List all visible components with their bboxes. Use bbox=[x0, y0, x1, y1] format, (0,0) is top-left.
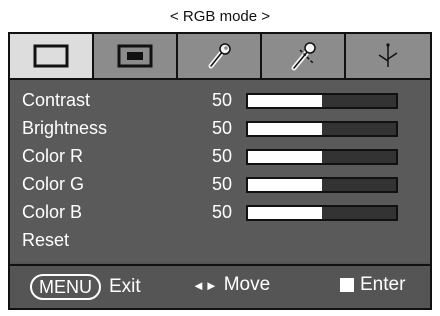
color-g-value: 50 bbox=[211, 174, 232, 194]
contrast-value: 50 bbox=[211, 90, 232, 110]
color-b-label: Color B bbox=[22, 202, 83, 222]
exit-label: Exit bbox=[109, 276, 141, 297]
tab-screen[interactable] bbox=[94, 34, 178, 78]
tab-bar bbox=[10, 34, 430, 80]
brightness-label: Brightness bbox=[22, 118, 108, 138]
row-color-r[interactable]: Color R 50 bbox=[10, 142, 430, 170]
enter-label: Enter bbox=[360, 274, 406, 295]
tools-icon bbox=[286, 40, 320, 72]
contrast-slider-fill bbox=[248, 95, 322, 107]
enter-square-icon bbox=[340, 278, 354, 292]
tab-tools[interactable] bbox=[262, 34, 346, 78]
contrast-label: Contrast bbox=[22, 90, 91, 110]
color-b-value: 50 bbox=[211, 202, 232, 222]
contrast-slider[interactable] bbox=[246, 93, 398, 109]
row-reset[interactable]: Reset bbox=[10, 226, 430, 254]
color-g-slider-fill bbox=[248, 179, 322, 191]
special-icon bbox=[373, 41, 403, 71]
screen-inset-icon bbox=[117, 44, 153, 68]
brightness-value: 50 bbox=[211, 118, 232, 138]
wrench-icon bbox=[204, 41, 234, 71]
settings-list: Contrast 50 Brightness 50 Color R 50 Col… bbox=[10, 80, 430, 262]
tab-special[interactable] bbox=[346, 34, 430, 78]
footer-hints: MENU Exit ◄► Move Enter bbox=[10, 266, 430, 308]
row-brightness[interactable]: Brightness 50 bbox=[10, 114, 430, 142]
color-r-label: Color R bbox=[22, 146, 84, 166]
osd-menu: Contrast 50 Brightness 50 Color R 50 Col… bbox=[8, 32, 432, 310]
monitor-icon bbox=[33, 44, 69, 68]
reset-label: Reset bbox=[22, 230, 70, 250]
move-hint: ◄► Move bbox=[192, 274, 270, 296]
enter-hint[interactable]: Enter bbox=[340, 274, 405, 296]
row-color-b[interactable]: Color B 50 bbox=[10, 198, 430, 226]
mode-title: < RGB mode > bbox=[169, 8, 271, 25]
left-right-arrows-icon: ◄► bbox=[192, 277, 218, 293]
menu-key: MENU bbox=[30, 274, 101, 300]
color-g-label: Color G bbox=[22, 174, 85, 194]
brightness-slider-fill bbox=[248, 123, 322, 135]
color-r-value: 50 bbox=[211, 146, 232, 166]
row-contrast[interactable]: Contrast 50 bbox=[10, 86, 430, 114]
row-color-g[interactable]: Color G 50 bbox=[10, 170, 430, 198]
exit-hint[interactable]: MENU Exit bbox=[30, 274, 141, 300]
color-r-slider-fill bbox=[248, 151, 322, 163]
move-label: Move bbox=[223, 274, 271, 295]
color-g-slider[interactable] bbox=[246, 177, 398, 193]
tab-setup[interactable] bbox=[178, 34, 262, 78]
color-b-slider-fill bbox=[248, 207, 322, 219]
color-b-slider[interactable] bbox=[246, 205, 398, 221]
tab-picture[interactable] bbox=[10, 34, 94, 78]
brightness-slider[interactable] bbox=[246, 121, 398, 137]
color-r-slider[interactable] bbox=[246, 149, 398, 165]
